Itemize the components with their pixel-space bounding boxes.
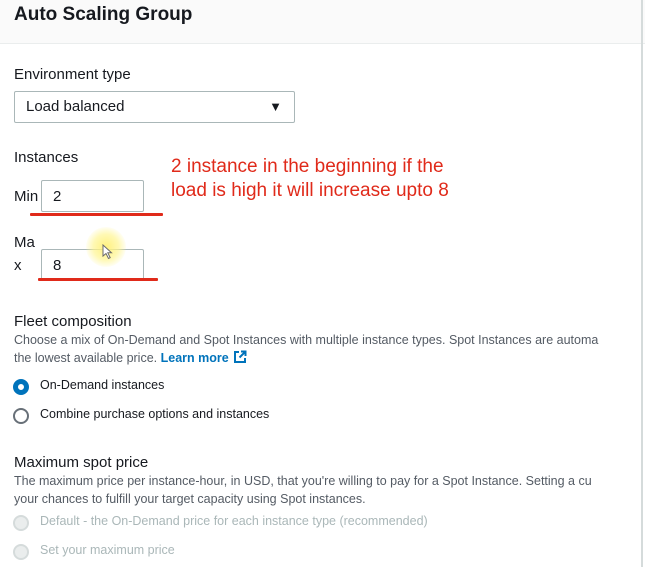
page-title: Auto Scaling Group bbox=[14, 4, 193, 25]
spot-desc-line-2: your chances to fulfill your target capa… bbox=[14, 492, 366, 506]
annotation-underline-max bbox=[38, 278, 158, 281]
panel-edge bbox=[641, 0, 643, 567]
radio-on-demand[interactable] bbox=[13, 379, 29, 395]
radio-default-price[interactable] bbox=[13, 515, 29, 531]
radio-default-price-label[interactable]: Default - the On-Demand price for each i… bbox=[40, 514, 428, 528]
learn-more-label: Learn more bbox=[160, 351, 229, 365]
max-label-line1: Ma bbox=[14, 234, 35, 251]
fleet-desc-line-2-text: the lowest available price. bbox=[14, 351, 158, 365]
fleet-desc-line-1: Choose a mix of On-Demand and Spot Insta… bbox=[14, 333, 599, 347]
annotation-note: 2 instance in the beginning if the load … bbox=[171, 155, 449, 203]
radio-set-max-price-label[interactable]: Set your maximum price bbox=[40, 543, 175, 557]
fleet-composition-description: Choose a mix of On-Demand and Spot Insta… bbox=[14, 331, 598, 367]
radio-combine-purchase[interactable] bbox=[13, 408, 29, 424]
spot-desc-line-1: The maximum price per instance-hour, in … bbox=[14, 474, 592, 488]
max-instances-value: 8 bbox=[53, 257, 62, 274]
max-spot-price-description: The maximum price per instance-hour, in … bbox=[14, 472, 592, 508]
min-label: Min bbox=[14, 188, 39, 205]
learn-more-link[interactable]: Learn more bbox=[160, 350, 247, 365]
mouse-pointer-icon bbox=[102, 244, 113, 260]
environment-type-select[interactable]: Load balanced ▼ bbox=[14, 91, 295, 123]
fleet-composition-title: Fleet composition bbox=[14, 313, 132, 330]
fleet-desc-line-2: the lowest available price. Learn more bbox=[14, 349, 598, 367]
caret-down-icon: ▼ bbox=[269, 99, 282, 114]
instances-label: Instances bbox=[14, 149, 79, 166]
environment-type-label: Environment type bbox=[14, 66, 131, 83]
external-link-icon bbox=[233, 350, 247, 363]
annotation-line-2: load is high it will increase upto 8 bbox=[171, 180, 449, 201]
annotation-underline-min bbox=[30, 213, 163, 216]
radio-set-max-price[interactable] bbox=[13, 544, 29, 560]
environment-type-value: Load balanced bbox=[26, 98, 125, 115]
max-spot-price-title: Maximum spot price bbox=[14, 454, 149, 471]
min-instances-input[interactable]: 2 bbox=[41, 180, 144, 212]
min-instances-value: 2 bbox=[53, 188, 62, 205]
annotation-line-1: 2 instance in the beginning if the bbox=[171, 156, 444, 177]
radio-on-demand-label[interactable]: On-Demand instances bbox=[40, 378, 164, 392]
max-label-line2: x bbox=[14, 257, 22, 274]
radio-combine-purchase-label[interactable]: Combine purchase options and instances bbox=[40, 407, 269, 421]
